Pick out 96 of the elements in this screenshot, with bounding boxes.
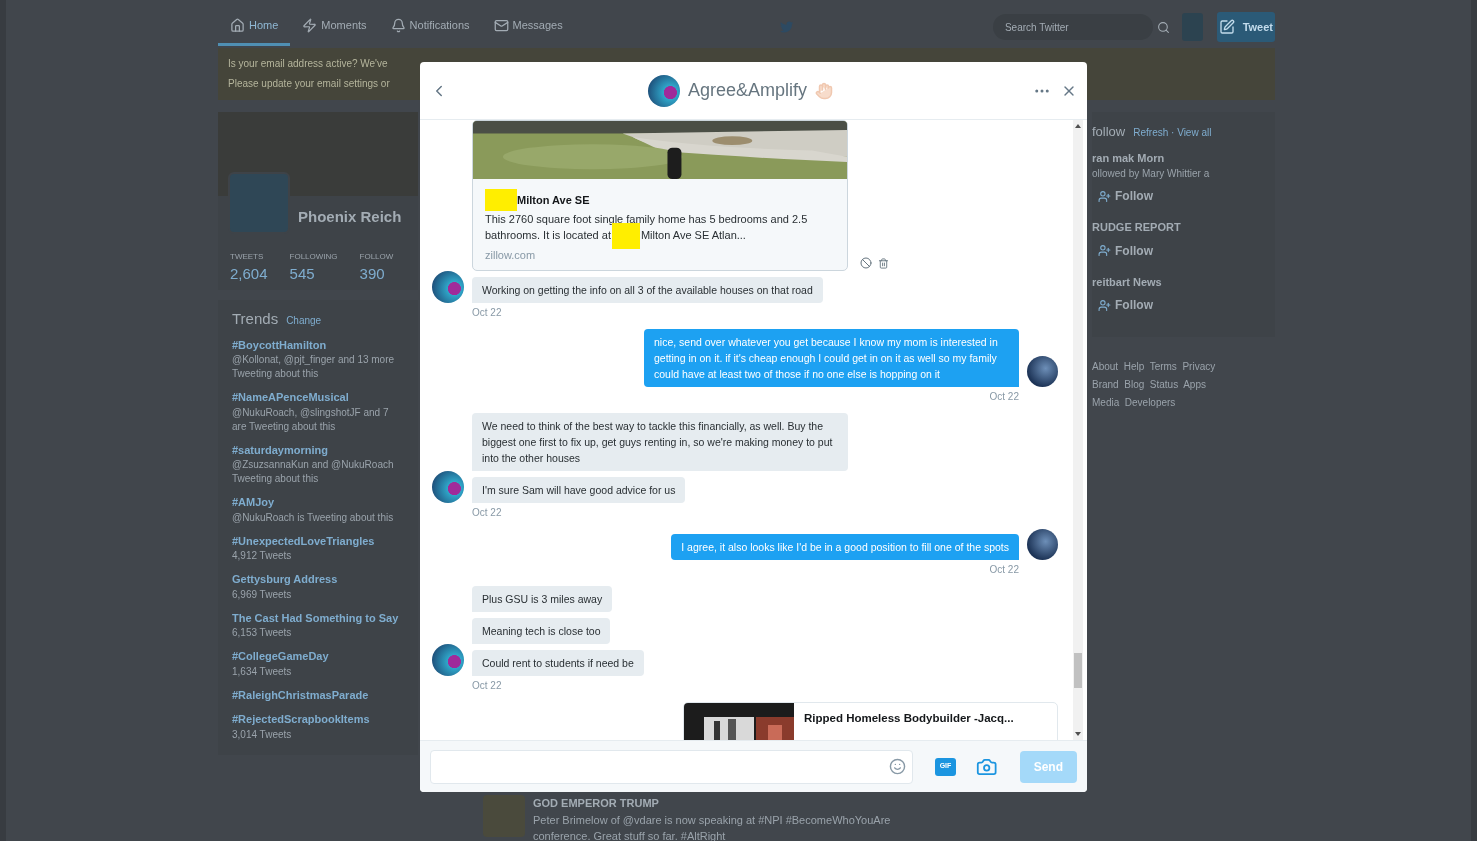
profile-stat[interactable]: FOLLOW 390: [359, 250, 394, 285]
banner-text: Is your email address active? We've: [228, 57, 388, 71]
avatar: [432, 644, 464, 677]
link-card[interactable]: Milton Ave SE This 2760 square foot single family home has 5 bedrooms and 2.5 bathrooms. It is located at Milton Ave SE Atlan... zillow.com: [472, 120, 848, 272]
trend-link[interactable]: #RejectedScrapbookItems: [232, 711, 370, 728]
lightning-icon: [302, 18, 318, 33]
account-name[interactable]: reitbart News: [1092, 273, 1162, 290]
change-link[interactable]: Change: [286, 313, 322, 328]
trend-link[interactable]: #CollegeGameDay: [232, 648, 329, 665]
follow-button[interactable]: Follow: [1098, 241, 1153, 260]
trends-title: Trends: [232, 309, 279, 329]
hand-icon: [815, 81, 834, 100]
tweet-text: conference. Great stuff so far. #AltRight: [533, 828, 726, 841]
footer-links[interactable]: Brand Blog Status Apps: [1092, 377, 1206, 392]
tweet-text: Peter Brimelow of @vdare is now speaking at #NPI #BecomeWhoYouAre: [533, 812, 891, 828]
trend-detail: @NukuRoach, @slingshotJF and 7: [232, 405, 389, 420]
link-title: Ripped Homeless Bodybuilder -Jacq...: [804, 711, 1014, 727]
follow-title: follow: [1092, 123, 1126, 141]
trend-link[interactable]: #RaleighChristmasParade: [232, 686, 369, 703]
footer-links[interactable]: Media Developers: [1092, 395, 1176, 410]
add-user-icon: [1098, 244, 1111, 257]
tweet-author[interactable]: GOD EMPEROR TRUMP: [533, 795, 659, 812]
link-description: This 2760 square foot single family home has 5 bedrooms and 2.5 bathrooms. It is located at Milton Ave SE Atlan...: [485, 211, 835, 245]
follow-button[interactable]: Follow: [1098, 187, 1153, 205]
trash-icon[interactable]: [878, 257, 889, 269]
account-note: ollowed by Mary Whittier a: [1092, 167, 1210, 181]
trend-detail: are Tweeting about this: [232, 419, 336, 434]
message-bubble: Working on getting the info on all 3 of the available houses on that road: [472, 277, 823, 304]
trend-detail: Tweeting about this: [232, 367, 319, 381]
trend-detail: @NukuRoach is Tweeting about this: [232, 510, 394, 525]
link-domain: zillow.com: [485, 248, 537, 264]
message-bubble: I agree, it also looks like I'd be in a good position to fill one of the spots: [671, 534, 1019, 561]
trend-detail: @Kollonat, @pjt_finger and 13 more: [232, 353, 395, 367]
house-icon: [230, 18, 245, 33]
redaction-box: [485, 189, 517, 211]
scrollbar[interactable]: [1073, 120, 1083, 740]
message-input[interactable]: [430, 749, 913, 784]
trend-detail: 6,969 Tweets: [232, 587, 292, 602]
conversation-title: Agree&Amplify: [687, 79, 808, 102]
scrollbar-thumb: [1074, 652, 1082, 688]
message-bubble: We need to think of the best way to tackle this financially, as well. Buy the biggest one first to fix up, get guys renting in, so we're making money to put into the other houses: [472, 413, 848, 472]
trend-link[interactable]: The Cast Had Something to Say: [232, 609, 399, 626]
trend-detail: 3,014 Tweets: [232, 727, 292, 742]
trend-detail: Tweeting about this: [232, 472, 319, 486]
message-time: Oct 22: [989, 390, 1019, 405]
add-user-icon: [1098, 298, 1111, 312]
link-title: Milton Ave SE: [517, 192, 590, 208]
trend-detail: 4,912 Tweets: [232, 549, 292, 563]
message-bubble: nice, send over whatever you get because I know my mom is interested in getting in on it. if it's cheap enough I could get in on it as well so my family could have at least two of those if no one else is hopping on it: [644, 329, 1019, 388]
message-bubble: Meaning tech is close too: [472, 618, 611, 645]
account-name[interactable]: ran mak Morn: [1092, 149, 1165, 166]
scroll-down-icon: [1075, 732, 1081, 736]
tweet-button[interactable]: Tweet: [1216, 12, 1275, 42]
scroll-up-icon: [1075, 124, 1081, 128]
account-name[interactable]: RUDGE REPORT: [1092, 219, 1181, 236]
trend-link[interactable]: Gettysburg Address: [232, 571, 338, 588]
add-user-icon: [1098, 189, 1111, 203]
avatar: [647, 74, 680, 107]
banner-text: Please update your email settings or: [228, 77, 390, 91]
profile-stat[interactable]: TWEETS 2,604: [230, 250, 268, 285]
nav-tab[interactable]: Messages: [481, 8, 575, 46]
trend-detail: @ZsuzsannaKun and @NukuRoach: [232, 458, 394, 472]
message-time: Oct 22: [472, 306, 502, 321]
trend-link[interactable]: #saturdaymorning: [232, 441, 328, 458]
message-bubble: Could rent to students if need be: [472, 650, 644, 677]
message-time: Oct 22: [472, 506, 502, 521]
trend-detail: 1,634 Tweets: [232, 664, 292, 679]
avatar: [432, 271, 464, 304]
avatar: [432, 471, 464, 504]
follow-actions[interactable]: Refresh · View all: [1133, 125, 1212, 140]
profile-stat[interactable]: FOLLOWING 545: [289, 250, 338, 285]
avatar: [1027, 356, 1058, 388]
trend-link[interactable]: #UnexpectedLoveTriangles: [232, 532, 375, 549]
emoji-icon[interactable]: [888, 758, 906, 775]
redaction-box: [611, 223, 640, 250]
follow-button[interactable]: Follow: [1098, 296, 1153, 314]
block-icon[interactable]: [860, 257, 872, 270]
trend-link[interactable]: #NameAPenceMusical: [232, 389, 349, 406]
avatar: [1027, 529, 1058, 561]
message-bubble: Plus GSU is 3 miles away: [472, 586, 613, 613]
link-card[interactable]: Ripped Homeless Bodybuilder -Jacq...: [683, 702, 1058, 740]
profile-name[interactable]: Phoenix Reich: [298, 206, 418, 229]
message-time: Oct 22: [472, 679, 502, 694]
message-time: Oct 22: [989, 563, 1019, 578]
trend-detail: 6,153 Tweets: [232, 626, 292, 640]
compose-icon: [1218, 19, 1235, 35]
search-icon[interactable]: [1156, 20, 1170, 34]
nav-tab[interactable]: Notifications: [378, 8, 482, 46]
envelope-icon: [493, 18, 509, 33]
trend-link[interactable]: #AMJoy: [232, 494, 275, 511]
search-field[interactable]: Search Twitter: [992, 14, 1153, 40]
message-bubble: I'm sure Sam will have good advice for us: [472, 477, 686, 504]
nav-tab[interactable]: Moments: [290, 8, 379, 46]
footer-links[interactable]: About Help Terms Privacy: [1092, 359, 1216, 374]
bell-icon: [390, 18, 406, 33]
trend-link[interactable]: #BoycottHamilton: [232, 336, 327, 353]
